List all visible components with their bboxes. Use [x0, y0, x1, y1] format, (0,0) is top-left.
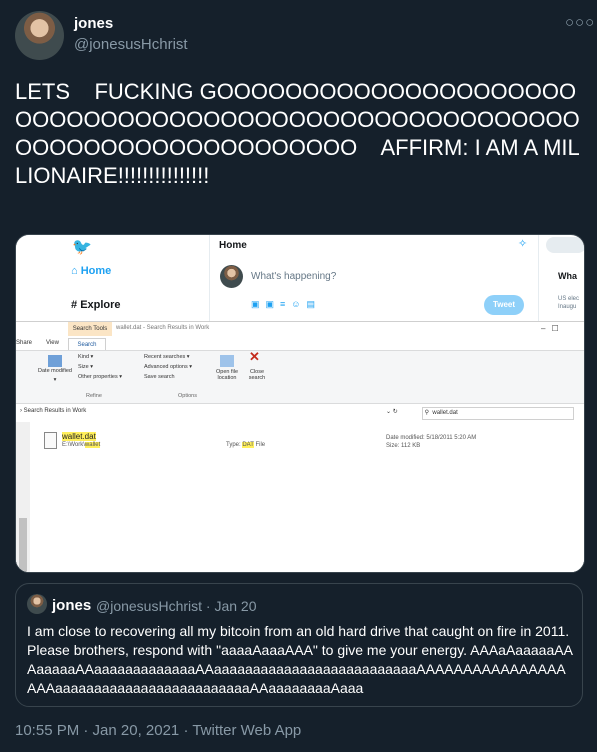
nav-home-label: Home — [80, 265, 112, 277]
date-modified: Date modified ▾ — [38, 368, 72, 383]
explorer-window: Search Tools wallet.dat - Search Results… — [16, 321, 584, 572]
size-filter: Size ▾ — [78, 364, 93, 370]
window-controls: –☐ — [541, 324, 565, 333]
tab-view: View — [46, 340, 59, 346]
twitter-timeline: Home ✧ What's happening? ▣▣≡☺▤ Tweet — [209, 235, 539, 321]
nav-home: ⌂ Home — [71, 265, 112, 277]
sparkle-icon: ✧ — [518, 238, 528, 250]
address-text: Search Results in Work — [23, 408, 87, 414]
file-details: Date modified: 5/18/2011 5:20 AM Size: 1… — [386, 434, 476, 450]
twitter-sidebar: 🐦 ⌂ Home # Explore — [16, 235, 206, 321]
composer-avatar — [220, 265, 243, 288]
tweet-button: Tweet — [484, 295, 524, 315]
search-tools-tab: Search Tools — [68, 322, 112, 336]
advanced-options: Advanced options ▾ — [144, 364, 193, 370]
recent-searches: Recent searches ▾ — [144, 354, 190, 360]
more-icon[interactable]: ○○○ — [565, 14, 595, 31]
tweet-media[interactable]: 🐦 ⌂ Home # Explore Home ✧ What's happeni… — [15, 234, 585, 573]
tweet-text: LETS FUCKING GOOOOOOOOOOOOOOOOOOOOOOOOOO… — [15, 79, 580, 188]
open-file-location: Open file location — [215, 369, 238, 381]
file-icon — [44, 432, 57, 449]
date-modified-icon — [48, 355, 62, 367]
quoted-tweet[interactable]: jones @jonesusHchrist · Jan 20 I am clos… — [15, 583, 583, 707]
file-date: Date modified: 5/18/2011 5:20 AM — [386, 435, 477, 441]
file-list: wallet.dat E:\Work\wallet Type: DAT File… — [16, 422, 584, 572]
other-properties: Other properties ▾ — [78, 374, 123, 380]
ribbon-tabs: Share View Search — [16, 338, 584, 351]
tweet-timestamp[interactable]: 10:55 PM · Jan 20, 2021 · Twitter Web Ap… — [15, 722, 301, 739]
address-path: › Search Results in Work — [20, 408, 87, 414]
group-refine: Refine — [86, 393, 102, 399]
tab-share: Share — [16, 340, 33, 346]
author-handle[interactable]: @jonesusHchrist — [74, 36, 188, 53]
twitter-bird-icon: 🐦 — [72, 239, 92, 256]
close-search: Close search — [248, 369, 266, 381]
kind-filter: Kind ▾ — [78, 354, 94, 360]
ribbon: Date modified ▾ Kind ▾ Size ▾ Other prop… — [16, 350, 584, 404]
file-size: Size: 112 KB — [386, 443, 421, 449]
nav-explore: # Explore — [71, 299, 121, 311]
trend-lines: US elec Inaugu — [558, 296, 580, 310]
quoted-meta: @jonesusHchrist · Jan 20 — [96, 598, 257, 614]
explorer-title: wallet.dat - Search Results in Work — [116, 325, 210, 331]
group-options: Options — [178, 393, 197, 399]
scrollbar — [16, 422, 30, 572]
quoted-avatar — [27, 594, 47, 614]
file-path: E:\Work\wallet — [62, 442, 101, 448]
author-name[interactable]: jones — [74, 15, 113, 32]
twitter-right-column: Wha US elec Inaugu — [538, 235, 584, 321]
composer-placeholder: What's happening? — [251, 271, 337, 282]
search-value: wallet.dat — [432, 410, 458, 416]
file-name: wallet.dat — [62, 432, 96, 441]
open-location-icon — [220, 355, 234, 367]
nav-explore-label: Explore — [80, 299, 121, 311]
file-type: Type: DAT File — [226, 442, 266, 448]
explorer-search-box: ⚲ wallet.dat — [422, 407, 574, 420]
address-bar: › Search Results in Work ⌄ ↻ ⚲ wallet.da… — [16, 406, 584, 420]
scrollbar-thumb — [19, 518, 27, 572]
right-heading: Wha — [558, 271, 577, 281]
composer-icons: ▣▣≡☺▤ — [251, 299, 321, 309]
close-icon: ✕ — [249, 349, 260, 364]
timeline-title: Home — [219, 240, 247, 251]
author-avatar[interactable] — [15, 11, 64, 60]
twitter-search — [546, 237, 584, 253]
refresh-icon: ⌄ ↻ — [386, 409, 398, 415]
quoted-text: I am close to recovering all my bitcoin … — [27, 623, 573, 696]
save-search: Save search — [144, 374, 175, 380]
quoted-name: jones — [52, 597, 92, 614]
